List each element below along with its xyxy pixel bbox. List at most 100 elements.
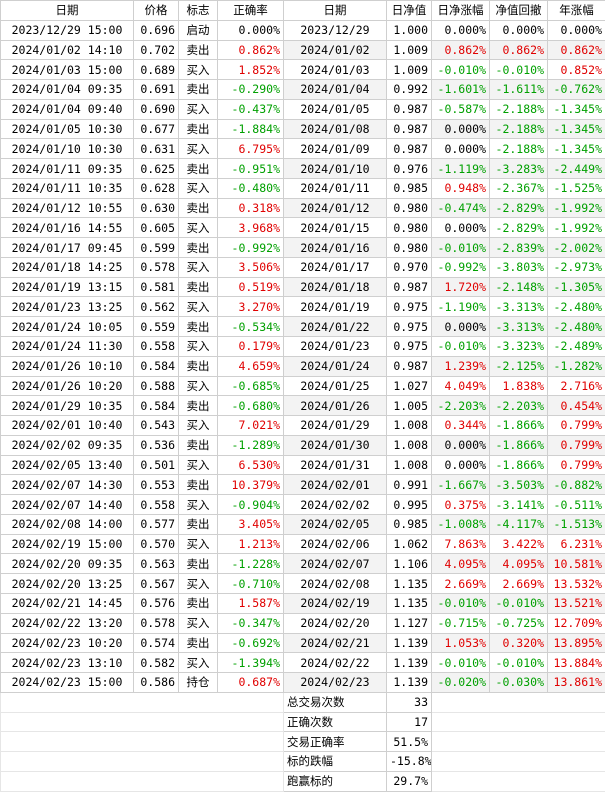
- cell-annual-gain: 0.454%: [548, 396, 605, 416]
- cell-drawdown: -3.503%: [490, 475, 548, 495]
- cell-datetime: 2024/02/23 13:10: [1, 653, 134, 673]
- cell-flag: 启动: [179, 20, 218, 40]
- cell-nav: 0.991: [387, 475, 432, 495]
- cell-datetime: 2024/01/11 10:35: [1, 178, 134, 198]
- cell-daily-change: 1.720%: [432, 277, 490, 297]
- cell-price: 0.558: [134, 495, 179, 515]
- cell-annual-gain: -0.882%: [548, 475, 605, 495]
- cell-accuracy: 0.179%: [218, 337, 284, 357]
- summary-label: 正确次数: [284, 712, 387, 732]
- table-row: 2024/01/04 09:400.690买入-0.437%2024/01/05…: [1, 99, 605, 119]
- cell-drawdown: -0.010%: [490, 593, 548, 613]
- table-row: 2024/01/26 10:100.584卖出4.659%2024/01/240…: [1, 356, 605, 376]
- cell-nav: 0.976: [387, 159, 432, 179]
- cell-flag: 卖出: [179, 159, 218, 179]
- cell-date: 2024/01/09: [284, 139, 387, 159]
- cell-price: 0.563: [134, 554, 179, 574]
- cell-nav: 0.987: [387, 356, 432, 376]
- cell-drawdown: -2.188%: [490, 139, 548, 159]
- cell-nav: 0.985: [387, 178, 432, 198]
- cell-daily-change: -0.010%: [432, 60, 490, 80]
- table-row: 2024/01/11 10:350.628买入-0.480%2024/01/11…: [1, 178, 605, 198]
- cell-flag: 买入: [179, 376, 218, 396]
- cell-flag: 买入: [179, 416, 218, 436]
- table-row: 2024/01/19 13:150.581卖出0.519%2024/01/180…: [1, 277, 605, 297]
- cell-accuracy: 3.270%: [218, 297, 284, 317]
- cell-flag: 买入: [179, 297, 218, 317]
- cell-datetime: 2024/02/01 10:40: [1, 416, 134, 436]
- cell-datetime: 2024/01/10 10:30: [1, 139, 134, 159]
- cell-datetime: 2024/02/08 14:00: [1, 514, 134, 534]
- cell-price: 0.628: [134, 178, 179, 198]
- cell-nav: 1.127: [387, 613, 432, 633]
- cell-date: 2024/02/22: [284, 653, 387, 673]
- cell-drawdown: -2.148%: [490, 277, 548, 297]
- cell-accuracy: -0.904%: [218, 495, 284, 515]
- cell-daily-change: -1.190%: [432, 297, 490, 317]
- table-row: 2024/01/24 10:050.559卖出-0.534%2024/01/22…: [1, 317, 605, 337]
- cell-accuracy: -0.347%: [218, 613, 284, 633]
- cell-datetime: 2024/01/26 10:10: [1, 356, 134, 376]
- cell-daily-change: 1.053%: [432, 633, 490, 653]
- cell-drawdown: -0.010%: [490, 653, 548, 673]
- summary-spacer: [432, 712, 605, 732]
- cell-date: 2024/01/11: [284, 178, 387, 198]
- header-daily-change: 日净涨幅: [432, 1, 490, 21]
- cell-datetime: 2024/01/03 15:00: [1, 60, 134, 80]
- cell-daily-change: 0.000%: [432, 435, 490, 455]
- cell-drawdown: 1.838%: [490, 376, 548, 396]
- cell-daily-change: 2.669%: [432, 574, 490, 594]
- cell-flag: 持仓: [179, 673, 218, 693]
- table-row: 2024/02/07 14:300.553卖出10.379%2024/02/01…: [1, 475, 605, 495]
- cell-drawdown: 2.669%: [490, 574, 548, 594]
- cell-annual-gain: -1.345%: [548, 119, 605, 139]
- cell-flag: 卖出: [179, 238, 218, 258]
- cell-flag: 卖出: [179, 40, 218, 60]
- cell-drawdown: 3.422%: [490, 534, 548, 554]
- cell-flag: 买入: [179, 613, 218, 633]
- cell-price: 0.562: [134, 297, 179, 317]
- cell-daily-change: -1.119%: [432, 159, 490, 179]
- cell-accuracy: 6.530%: [218, 455, 284, 475]
- cell-accuracy: -1.289%: [218, 435, 284, 455]
- cell-price: 0.691: [134, 80, 179, 100]
- cell-drawdown: -0.725%: [490, 613, 548, 633]
- cell-date: 2024/01/25: [284, 376, 387, 396]
- cell-accuracy: -1.394%: [218, 653, 284, 673]
- cell-nav: 1.027: [387, 376, 432, 396]
- cell-nav: 0.970: [387, 257, 432, 277]
- cell-datetime: 2024/01/12 10:55: [1, 198, 134, 218]
- cell-price: 0.578: [134, 257, 179, 277]
- table-row: 2024/02/23 10:200.574卖出-0.692%2024/02/21…: [1, 633, 605, 653]
- cell-flag: 买入: [179, 574, 218, 594]
- cell-annual-gain: 13.861%: [548, 673, 605, 693]
- cell-drawdown: -2.367%: [490, 178, 548, 198]
- cell-date: 2024/02/21: [284, 633, 387, 653]
- trade-table: 日期 价格 标志 正确率 日期 日净值 日净涨幅 净值回撤 年涨幅 2023/1…: [0, 0, 605, 792]
- table-row: 2024/01/04 09:350.691卖出-0.290%2024/01/04…: [1, 80, 605, 100]
- cell-accuracy: 3.968%: [218, 218, 284, 238]
- cell-price: 0.625: [134, 159, 179, 179]
- cell-nav: 1.135: [387, 574, 432, 594]
- table-row: 2024/02/20 09:350.563卖出-1.228%2024/02/07…: [1, 554, 605, 574]
- table-row: 2024/01/10 10:300.631买入6.795%2024/01/090…: [1, 139, 605, 159]
- cell-drawdown: -3.313%: [490, 297, 548, 317]
- cell-date: 2024/01/15: [284, 218, 387, 238]
- cell-date: 2024/02/02: [284, 495, 387, 515]
- cell-datetime: 2024/01/02 14:10: [1, 40, 134, 60]
- cell-datetime: 2024/01/24 11:30: [1, 337, 134, 357]
- cell-annual-gain: -1.992%: [548, 218, 605, 238]
- cell-daily-change: -0.474%: [432, 198, 490, 218]
- table-row: 2024/02/23 13:100.582买入-1.394%2024/02/22…: [1, 653, 605, 673]
- cell-annual-gain: 0.862%: [548, 40, 605, 60]
- cell-flag: 卖出: [179, 277, 218, 297]
- cell-datetime: 2024/01/29 10:35: [1, 396, 134, 416]
- table-row: 2024/02/19 15:000.570买入1.213%2024/02/061…: [1, 534, 605, 554]
- cell-price: 0.501: [134, 455, 179, 475]
- cell-drawdown: -2.829%: [490, 218, 548, 238]
- cell-datetime: 2024/02/19 15:00: [1, 534, 134, 554]
- summary-value: 33: [387, 692, 432, 712]
- cell-price: 0.696: [134, 20, 179, 40]
- cell-nav: 1.000: [387, 20, 432, 40]
- cell-date: 2024/01/12: [284, 198, 387, 218]
